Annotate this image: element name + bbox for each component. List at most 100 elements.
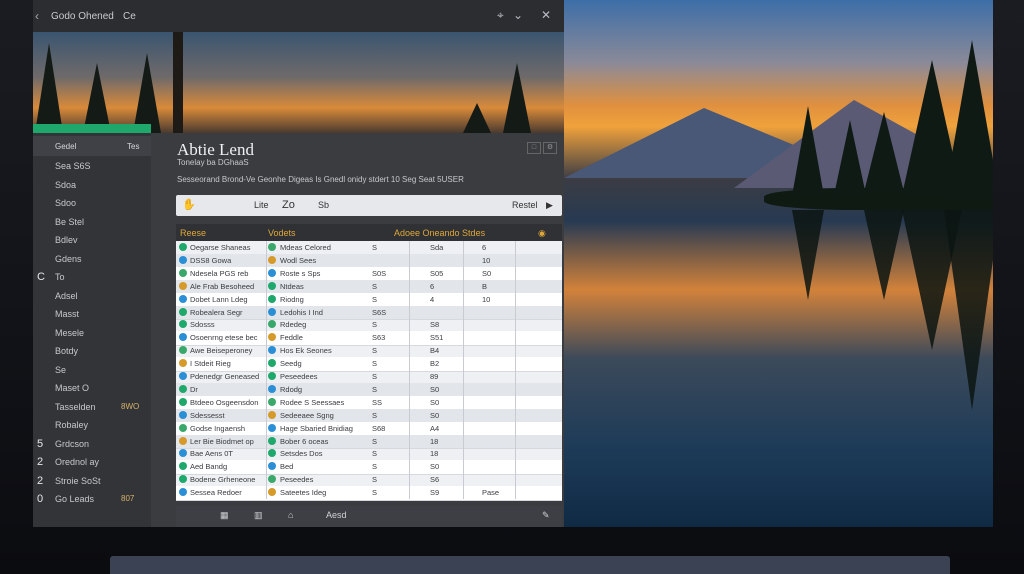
tree-reflection: [864, 210, 904, 300]
sidebar-item[interactable]: Masst: [33, 308, 151, 322]
table-cell: Dr: [190, 384, 198, 394]
status-icon: [179, 281, 187, 290]
sidebar-item[interactable]: 2 Orednol ay: [33, 456, 151, 470]
sidebar-item[interactable]: Sea S6S: [33, 160, 151, 174]
status-icon: [179, 423, 187, 432]
pin-icon[interactable]: ⌖: [497, 8, 504, 23]
grid-icon[interactable]: ▦: [220, 510, 229, 521]
status-icon: [268, 475, 276, 484]
status-icon: [268, 243, 276, 251]
sidebar-item[interactable]: Adsel: [33, 290, 151, 304]
sidebar-item-label: Bdlev: [55, 235, 78, 245]
sidebar-item[interactable]: Botdy: [33, 345, 151, 359]
sidebar-item[interactable]: 0 Go Leads 807: [33, 493, 151, 507]
bottom-bar-label: Aesd: [326, 510, 347, 520]
status-icon: [268, 372, 276, 380]
table-cell: S: [372, 449, 378, 459]
sidebar-item-label: Grdcson: [55, 438, 90, 449]
status-icon: [179, 462, 187, 471]
hand-icon[interactable]: ✋: [182, 195, 196, 216]
table-cell: Rdodg: [280, 384, 303, 394]
sidebar-item-label: Stroie SoSt: [55, 475, 101, 486]
status-icon: [268, 281, 276, 290]
status-icon: [268, 488, 276, 497]
table-cell: Hage Sbaried Bnidiag: [280, 423, 353, 433]
table-cell: Pdenedgr Geneased: [190, 372, 260, 381]
table-cell: Sdosss: [190, 320, 215, 330]
column-header-3[interactable]: Adoee Oneando Stdes: [394, 228, 485, 238]
column-header-1[interactable]: Reese: [180, 228, 206, 238]
sidebar-item[interactable]: Sdoo: [33, 197, 151, 211]
status-icon: [268, 436, 276, 445]
sidebar-item[interactable]: Maset O: [33, 382, 151, 396]
sidebar-item[interactable]: Bdlev: [33, 234, 151, 248]
back-icon[interactable]: ‹: [35, 9, 39, 23]
table-cell: S: [372, 359, 378, 369]
status-icon: [179, 320, 187, 329]
table-cell: Hos Ek Seones: [280, 346, 332, 356]
table-cell: Riodng: [280, 294, 304, 304]
sidebar-item[interactable]: Be Stel: [33, 216, 151, 230]
sidebar-item-number: 5: [37, 437, 44, 450]
edit-icon[interactable]: ✎: [542, 510, 550, 521]
status-icon: [268, 268, 276, 277]
header-banner-image: [33, 32, 564, 133]
expand-icon[interactable]: □: [527, 142, 541, 154]
status-icon: [179, 359, 187, 368]
sidebar-item[interactable]: C To: [33, 271, 151, 285]
toolbar-restel[interactable]: Restel: [512, 195, 538, 216]
close-icon[interactable]: ✕: [541, 8, 551, 22]
table-cell: S: [372, 372, 378, 381]
table-cell: Peseedes: [280, 475, 314, 485]
table-cell: S8: [430, 320, 440, 330]
table-cell: Ale Frab Besoheed: [190, 281, 255, 291]
page-title: Abtie Lend: [177, 140, 254, 159]
status-icon: [268, 294, 276, 303]
table-cell: Sdessesst: [190, 410, 225, 420]
table-cell: Awe Beiseperoney: [190, 346, 253, 356]
menu-icon[interactable]: ⌄: [513, 8, 523, 22]
sidebar-item[interactable]: Gdens: [33, 253, 151, 267]
sidebar-item[interactable]: Mesele: [33, 327, 151, 341]
sidebar-item-number: C: [37, 271, 45, 283]
sidebar-item[interactable]: Se: [33, 364, 151, 378]
play-icon[interactable]: ▶: [546, 195, 553, 216]
sidebar-item[interactable]: 2 Stroie SoSt: [33, 475, 151, 489]
table-cell: Ndesela PGS reb: [190, 268, 249, 278]
toolbar-zoom[interactable]: Zo: [282, 195, 295, 216]
table-cell: B4: [430, 346, 440, 356]
bottom-bar: ▦ ▥ ⌂ Aesd ✎: [176, 506, 562, 527]
tree-trunk: [173, 32, 183, 133]
table-cell: S: [372, 384, 378, 394]
table-cell: S68: [372, 423, 386, 433]
sidebar-item[interactable]: Sdoa: [33, 179, 151, 193]
sidebar-item[interactable]: 5 Grdcson: [33, 438, 151, 452]
table-cell: Oegarse Shaneas: [190, 243, 251, 252]
landscape-photo: [564, 0, 993, 527]
toolbar-lite[interactable]: Lite: [254, 195, 269, 216]
status-icon: [268, 397, 276, 406]
sidebar-item[interactable]: Tasselden 8WO: [33, 401, 151, 415]
table-cell: Wodl Sees: [280, 255, 317, 265]
table-cell: S: [372, 320, 378, 330]
table-cell: S9: [430, 488, 440, 498]
home-icon[interactable]: ⌂: [288, 510, 293, 520]
settings-icon[interactable]: ⚙: [543, 142, 557, 154]
status-icon: [179, 397, 187, 406]
toggle-icon[interactable]: ◉: [538, 228, 546, 239]
table-cell: Bed: [280, 462, 294, 472]
table-cell: Rodee S Seessaes: [280, 397, 345, 407]
table-row[interactable]: Sessea Redoer Sateetes Ideg S S9 Pase: [176, 486, 562, 501]
tree-silhouette: [133, 53, 161, 133]
table-cell: Bae Aens 0T: [190, 449, 233, 459]
toolbar-sb[interactable]: Sb: [318, 195, 329, 216]
tree-reflection: [944, 210, 993, 410]
table-cell: Ledohis I Ind: [280, 307, 323, 317]
table-cell: SS: [372, 397, 383, 407]
columns-icon[interactable]: ▥: [254, 510, 263, 521]
table-cell: S: [372, 346, 378, 356]
table-cell: Setsdes Dos: [280, 449, 323, 459]
sidebar-item[interactable]: Robaley: [33, 419, 151, 433]
sidebar-item-label: Go Leads: [55, 494, 95, 504]
column-header-2[interactable]: Vodets: [268, 228, 296, 238]
